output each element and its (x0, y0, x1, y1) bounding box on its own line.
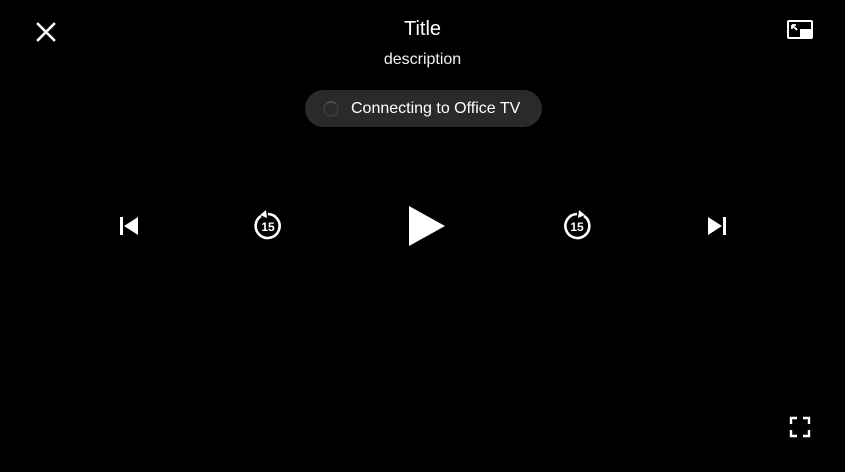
rewind-seconds-label: 15 (261, 220, 275, 234)
forward-15-button[interactable]: 15 (553, 202, 601, 250)
cast-status-pill: Connecting to Office TV (305, 90, 542, 127)
cast-status-text: Connecting to Office TV (351, 99, 521, 117)
play-icon (409, 206, 445, 246)
skip-next-button[interactable] (693, 202, 741, 250)
rewind-15-button[interactable]: 15 (244, 202, 292, 250)
fullscreen-icon (789, 416, 811, 438)
video-description: description (383, 51, 462, 68)
picture-in-picture-button[interactable] (784, 14, 816, 46)
replay-15-icon: 15 (254, 210, 281, 240)
skip-previous-icon (120, 217, 138, 235)
play-button[interactable] (400, 199, 454, 253)
fullscreen-button[interactable] (784, 411, 816, 443)
spinner-icon (323, 100, 339, 117)
video-title: Title (403, 18, 442, 40)
skip-previous-button[interactable] (105, 202, 153, 250)
skip-next-icon (708, 217, 726, 235)
forward-15-icon: 15 (564, 210, 591, 240)
picture-in-picture-icon (787, 20, 813, 39)
forward-seconds-label: 15 (570, 220, 584, 234)
